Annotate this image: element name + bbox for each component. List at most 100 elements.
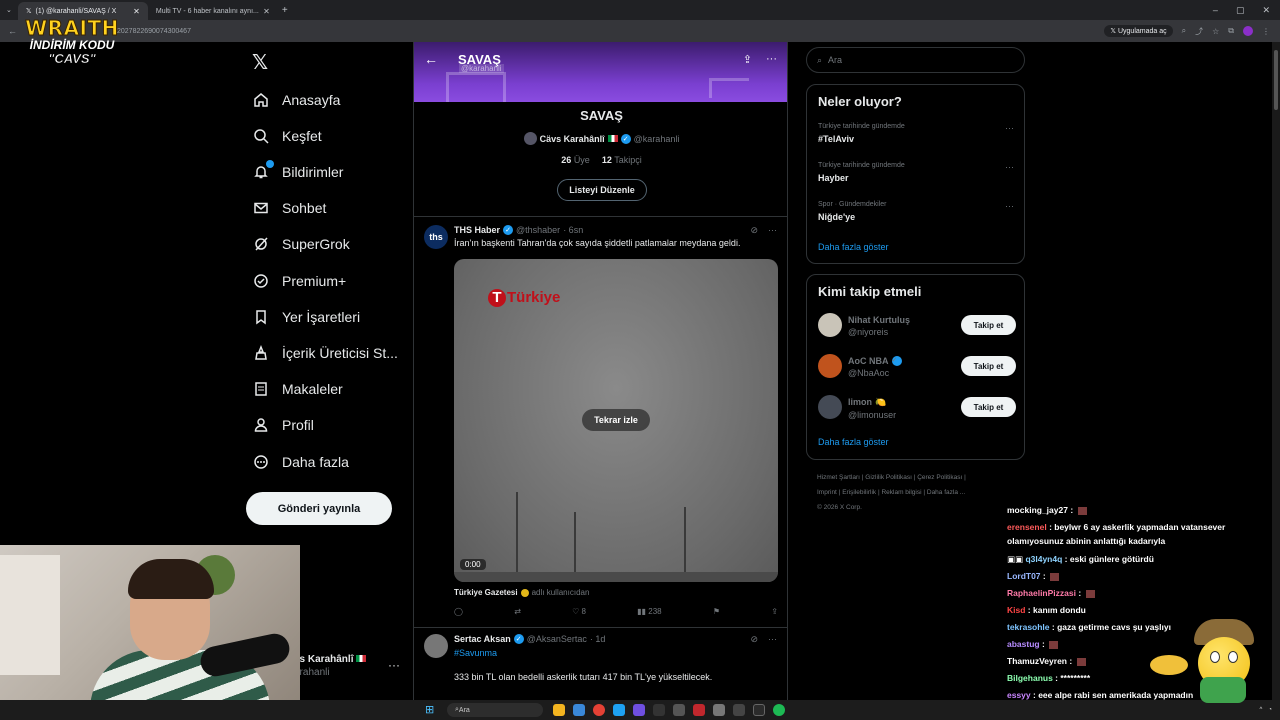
obs-icon[interactable] — [753, 704, 765, 716]
follow-suggestion[interactable]: Nihat Kurtuluş @niyoreis Takip et — [818, 311, 1016, 339]
browser-menu-icon[interactable]: ⋮ — [1262, 27, 1270, 36]
hashtag-link[interactable]: #Savunma — [454, 648, 497, 658]
tab-multitv[interactable]: Multi TV - 6 haber kanalını aynı... ✕ — [148, 2, 278, 20]
share-icon[interactable]: ⤴ — [1195, 26, 1203, 37]
list-owner[interactable]: Cävs Karahânlî ✓ @karahanli — [414, 132, 787, 145]
maximize-icon[interactable]: ▢ — [1236, 5, 1245, 16]
share-icon[interactable]: ⇪ — [771, 607, 778, 616]
footer-link[interactable]: Reklam bilgisi — [881, 489, 921, 496]
author-name[interactable]: Sertac Aksan — [454, 634, 511, 644]
trend-more-icon[interactable]: ··· — [1005, 162, 1014, 172]
nav-item-more[interactable]: Daha fazla — [252, 450, 349, 474]
grok-icon[interactable]: ⊘ — [750, 634, 758, 645]
taskbar-search[interactable]: ⌕ Ara — [447, 703, 543, 717]
trend-more-icon[interactable]: ··· — [1005, 201, 1014, 211]
show-more-link[interactable]: Daha fazla göster — [818, 242, 889, 252]
minimize-icon[interactable]: – — [1213, 5, 1218, 16]
views-button[interactable]: ▮▮ 238 — [637, 607, 661, 616]
nav-item-creator-studio[interactable]: İçerik Üreticisi St... — [252, 341, 398, 365]
follow-button[interactable]: Takip et — [961, 315, 1016, 335]
app-icon[interactable] — [733, 704, 745, 716]
post[interactable]: Sertac Aksan ✓ @AksanSertac · 1d ⊘ ··· #… — [414, 628, 787, 702]
nav-item-supergrok[interactable]: SuperGrok — [252, 232, 350, 256]
members-stat[interactable]: 26 Üye — [561, 155, 590, 165]
spotify-icon[interactable] — [773, 704, 785, 716]
close-tab-icon[interactable]: ✕ — [263, 7, 270, 16]
extensions-icon[interactable]: ⧉ — [1228, 26, 1234, 36]
author-avatar[interactable] — [424, 634, 448, 658]
repost-icon[interactable]: ⇄ — [514, 607, 521, 616]
post[interactable]: ths THS Haber ✓ @thshaber · 6sn ⊘ ··· İr… — [414, 217, 787, 629]
like-button[interactable]: ♡ 8 — [572, 607, 586, 616]
store-icon[interactable] — [573, 704, 585, 716]
follow-button[interactable]: Takip et — [961, 397, 1016, 417]
more-options-icon[interactable]: ··· — [766, 53, 777, 66]
account-switcher[interactable]: vs Karahânlî arahanli — [294, 654, 367, 678]
trend-item[interactable]: Spor · Gündemdekiler Niğde'ye — [818, 201, 886, 222]
nav-item-premium[interactable]: Premium+ — [252, 269, 346, 293]
grok-icon[interactable]: ⊘ — [750, 225, 758, 236]
discord-icon[interactable] — [633, 704, 645, 716]
file-explorer-icon[interactable] — [553, 704, 565, 716]
replay-button[interactable]: Tekrar izle — [582, 409, 650, 431]
post-button[interactable]: Gönderi yayınla — [246, 492, 392, 525]
trend-more-icon[interactable]: ··· — [1005, 123, 1014, 133]
more-options-icon[interactable]: ··· — [768, 634, 777, 645]
zoom-icon[interactable]: ⌕ — [1182, 26, 1186, 36]
show-more-link[interactable]: Daha fazla göster — [818, 437, 889, 447]
nav-item-articles[interactable]: Makaleler — [252, 377, 343, 401]
back-icon[interactable]: ← — [8, 26, 17, 36]
windows-start-icon[interactable]: ⊞ — [425, 704, 437, 716]
footer-link[interactable]: Daha fazla ... — [927, 489, 965, 496]
nav-item-home[interactable]: Anasayfa — [252, 88, 340, 112]
followers-stat[interactable]: 12 Takipçi — [602, 155, 642, 165]
video-player[interactable]: T Türkiye Tekrar izle 0:00 — [454, 259, 778, 582]
footer-link[interactable]: Hizmet Şartları — [817, 474, 860, 481]
nav-item-profile[interactable]: Profil — [252, 413, 314, 437]
window-close-icon[interactable]: ✕ — [1262, 5, 1270, 16]
author-name[interactable]: THS Haber — [454, 225, 500, 235]
trend-item[interactable]: Türkiye tarihinde gündemde Hayber — [818, 162, 905, 183]
back-arrow-icon[interactable]: ← — [424, 51, 444, 67]
network-icon[interactable]: ◔ — [1268, 707, 1272, 713]
follow-suggestion[interactable]: AoC NBA ✓ @NbaAoc Takip et — [818, 352, 1016, 380]
nav-item-bookmarks[interactable]: Yer İşaretleri — [252, 305, 360, 329]
follow-button[interactable]: Takip et — [961, 356, 1016, 376]
app-icon[interactable] — [673, 704, 685, 716]
page-scrollbar[interactable] — [1272, 42, 1280, 700]
star-icon[interactable]: ☆ — [1212, 27, 1219, 36]
more-options-icon[interactable]: ··· — [768, 225, 777, 236]
nav-item-explore[interactable]: Keşfet — [252, 124, 322, 148]
footer-link[interactable]: Gizlilik Politikası — [865, 474, 912, 481]
nav-item-messages[interactable]: Sohbet — [252, 196, 326, 220]
app-icon[interactable] — [713, 704, 725, 716]
chrome-icon[interactable] — [593, 704, 605, 716]
close-tab-icon[interactable]: ✕ — [133, 7, 140, 16]
tray-arrow-icon[interactable]: ^ — [1260, 707, 1263, 713]
edge-icon[interactable] — [613, 704, 625, 716]
bookmark-icon[interactable]: ⚑ — [713, 607, 720, 616]
open-in-app-button[interactable]: 𝕏 Uygulamada aç — [1104, 25, 1173, 37]
chat-message: mocking_jay27 : — [1007, 503, 1263, 517]
app-icon[interactable] — [653, 704, 665, 716]
x-logo-icon[interactable]: 𝕏 — [252, 50, 268, 75]
url-field[interactable]: 2027822690074300467 — [117, 28, 191, 35]
footer-link[interactable]: Çerez Politikası — [917, 474, 962, 481]
nav-item-notifications[interactable]: Bildirimler — [252, 160, 343, 184]
search-input[interactable]: ⌕ Ara — [806, 47, 1025, 73]
follow-suggestion[interactable]: limon 🍋 @limonuser Takip et — [818, 393, 1016, 421]
share-icon[interactable]: ⇪ — [743, 53, 752, 66]
scrollbar-thumb[interactable] — [1274, 50, 1278, 110]
trend-item[interactable]: Türkiye tarihinde gündemde #TelAviv — [818, 123, 905, 144]
app-icon[interactable] — [693, 704, 705, 716]
author-avatar[interactable]: ths — [424, 225, 448, 249]
footer-link[interactable]: Imprint — [817, 489, 837, 496]
footer-link[interactable]: Erişilebilirlik — [842, 489, 876, 496]
profile-avatar[interactable] — [1243, 26, 1253, 36]
media-source[interactable]: Türkiye Gazetesi adlı kullanıcıdan — [454, 588, 589, 597]
edit-list-button[interactable]: Listeyi Düzenle — [557, 179, 647, 201]
reply-icon[interactable]: ◯ — [454, 607, 463, 616]
tab-menu-icon[interactable]: ⌄ — [0, 6, 18, 14]
account-more-icon[interactable]: ··· — [388, 658, 400, 672]
new-tab-icon[interactable]: + — [282, 5, 288, 16]
